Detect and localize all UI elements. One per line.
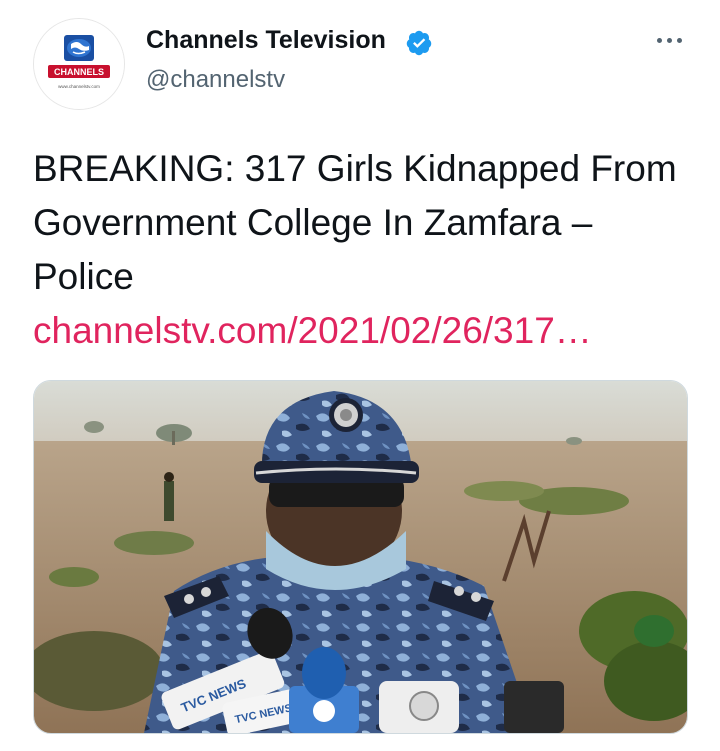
logo-url: www.channelstv.com	[58, 84, 100, 89]
handle[interactable]: @channelstv	[146, 66, 285, 94]
tweet-media-image[interactable]: TVC NEWS TVC NEWS	[33, 380, 688, 734]
more-options-icon[interactable]	[652, 28, 686, 52]
channels-logo: CHANNELS www.channelstv.com	[34, 19, 124, 109]
tweet-text: BREAKING: 317 Girls Kidnapped From Gover…	[33, 148, 677, 297]
avatar[interactable]: CHANNELS www.channelstv.com	[33, 18, 125, 110]
dot	[656, 37, 662, 43]
display-name[interactable]: Channels Television	[146, 26, 386, 55]
verified-badge-icon	[406, 30, 432, 56]
dot	[676, 37, 682, 43]
police-officer-photo: TVC NEWS TVC NEWS	[34, 381, 687, 733]
dot	[666, 37, 672, 43]
tweet-link[interactable]: channelstv.com/2021/02/26/317…	[33, 304, 592, 358]
logo-text: CHANNELS	[54, 67, 104, 77]
